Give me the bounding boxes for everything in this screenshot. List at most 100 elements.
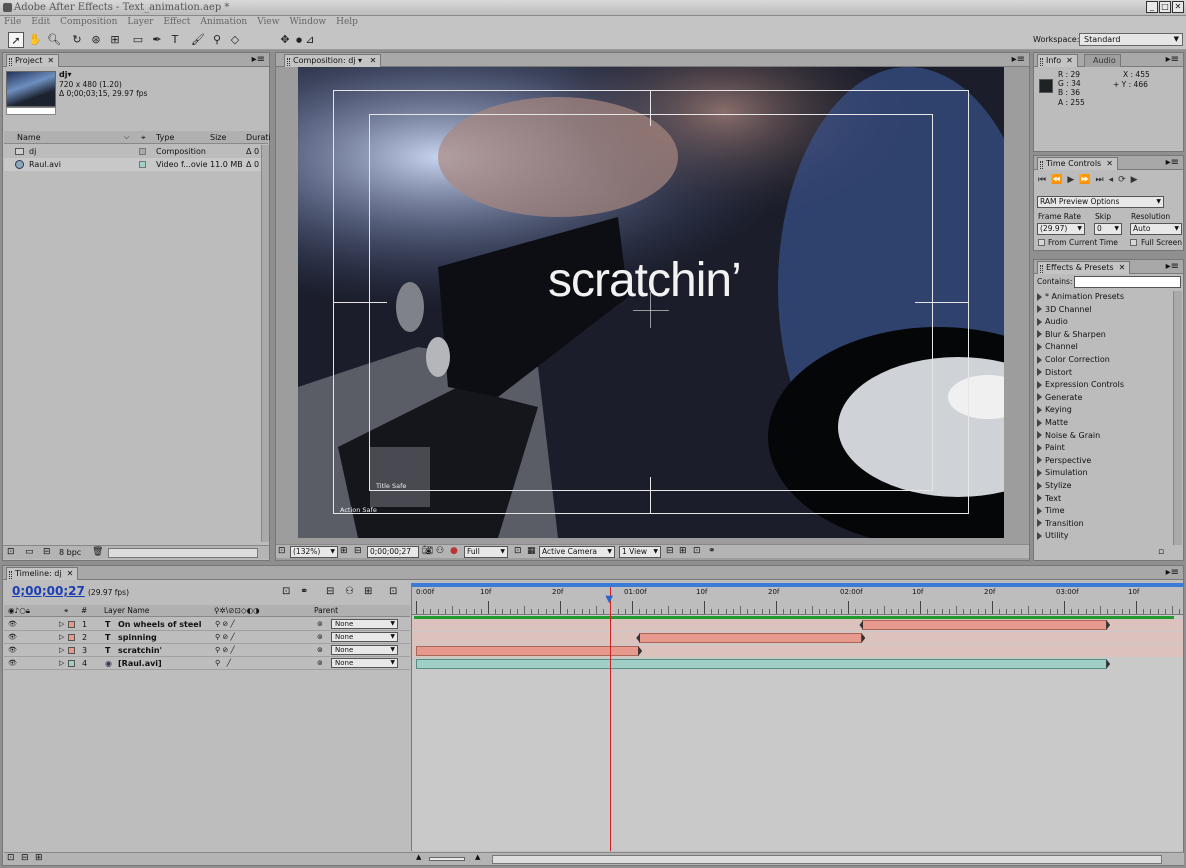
camera-select[interactable]: Active Camera xyxy=(539,546,615,558)
comp-timecode[interactable]: 0;00;00;27 xyxy=(367,546,419,558)
effects-item[interactable]: Text xyxy=(1037,493,1061,506)
panel-menu-icon[interactable]: ▸≡ xyxy=(1012,54,1025,65)
effects-item[interactable]: Color Correction xyxy=(1037,354,1110,367)
col-type[interactable]: Type xyxy=(156,131,174,144)
panel-menu-icon[interactable]: ▸≡ xyxy=(1166,261,1179,272)
layer-name[interactable]: On wheels of steel xyxy=(118,618,201,631)
panel-menu-icon[interactable]: ▸≡ xyxy=(1166,157,1179,168)
menu-window[interactable]: Window xyxy=(289,16,331,30)
project-scrollbar[interactable] xyxy=(261,145,269,542)
layer-switches-icon[interactable]: ⚲ ⊘ ╱ xyxy=(215,618,235,631)
interpret-footage-icon[interactable]: ⊡ xyxy=(7,547,15,557)
transparency-grid-icon[interactable]: ▦ xyxy=(527,546,536,556)
video-visibility-icon[interactable]: 👁︎ xyxy=(8,657,17,670)
label-color-box[interactable] xyxy=(139,148,146,155)
layer-label-color[interactable] xyxy=(68,647,75,654)
pick-whip-icon[interactable]: ⊚ xyxy=(317,644,323,657)
layer-switches-icon[interactable]: ⚲ ╱ xyxy=(215,657,231,670)
current-time-indicator-head[interactable]: ▼ xyxy=(605,595,615,605)
layer-row[interactable]: 👁︎ ▷ 1 T On wheels of steel ⚲ ⊘ ╱ ⊚ None xyxy=(4,618,410,631)
timeline-current-time[interactable]: 0;00;00;27 xyxy=(12,584,85,598)
expand-triangle-icon[interactable]: ▷ xyxy=(59,644,64,657)
sort-icon[interactable]: ⌵ xyxy=(124,131,129,144)
hide-shy-layers-icon[interactable]: ⚇ xyxy=(345,586,354,597)
menu-animation[interactable]: Animation xyxy=(200,16,252,30)
draft-3d-icon[interactable]: ⊟ xyxy=(326,586,334,597)
frame-rate-select[interactable]: (29.97) xyxy=(1037,223,1085,235)
col-number[interactable]: # xyxy=(81,605,87,617)
panel-menu-icon[interactable]: ▸≡ xyxy=(252,54,265,65)
timeline-zoom-slider[interactable] xyxy=(429,857,465,861)
selection-tool-icon[interactable]: ➚ xyxy=(8,32,24,48)
menu-effect[interactable]: Effect xyxy=(163,16,195,30)
current-time-indicator[interactable] xyxy=(610,587,612,851)
expand-triangle-icon[interactable]: ▷ xyxy=(59,657,64,670)
video-visibility-icon[interactable]: 👁︎ xyxy=(8,618,17,631)
safe-zones-icon[interactable]: ⊞ xyxy=(340,546,348,556)
graph-editor-icon[interactable]: ⊡ xyxy=(389,586,397,597)
layer-name[interactable]: spinning xyxy=(118,631,157,644)
composition-viewer[interactable]: scratchin’ Title Safe Action Safe xyxy=(298,67,1004,538)
zoom-in-icon[interactable]: ▲ xyxy=(475,853,480,861)
timeline-graph-area[interactable]: 0:00f 10f 20f 01:00f 10f 20f 02:00f 10f 20f 03:00… xyxy=(411,583,1183,851)
menu-file[interactable]: File xyxy=(4,16,26,30)
orbit-camera-tool-icon[interactable]: ⊛ xyxy=(88,32,104,48)
zoom-tool-icon[interactable]: 🔍︎ xyxy=(46,32,62,48)
view-axis-icon[interactable]: ⊿ xyxy=(302,32,318,48)
parent-select[interactable]: None xyxy=(331,632,398,642)
frame-blending-icon[interactable]: ⊞ xyxy=(364,586,372,597)
resolution-select[interactable]: Full xyxy=(464,546,508,558)
layer-duration-bar[interactable] xyxy=(862,620,1108,630)
zoom-select[interactable]: (132%) xyxy=(290,546,338,558)
trash-icon[interactable]: 🗑︎ xyxy=(92,547,103,557)
layer-duration-bar[interactable] xyxy=(416,659,1108,669)
effects-item[interactable]: Perspective xyxy=(1037,455,1091,468)
rectangle-mask-tool-icon[interactable]: ▭ xyxy=(130,32,146,48)
label-icon[interactable]: ⌖ xyxy=(64,605,68,617)
tab-timeline[interactable]: Timeline: dj ✕ xyxy=(6,567,79,580)
effects-item[interactable]: Paint xyxy=(1037,442,1065,455)
color-channel-icon[interactable]: ● xyxy=(450,546,458,556)
zoom-out-icon[interactable]: ▲ xyxy=(416,853,421,861)
effects-item[interactable]: Simulation xyxy=(1037,467,1088,480)
tab-effects-presets[interactable]: Effects & Presets ✕ xyxy=(1037,261,1131,274)
effects-search-input[interactable] xyxy=(1074,276,1181,288)
menu-composition[interactable]: Composition xyxy=(60,16,122,30)
layer-label-color[interactable] xyxy=(68,660,75,667)
menu-edit[interactable]: Edit xyxy=(31,16,55,30)
play-icon[interactable]: ▶ xyxy=(1067,175,1079,185)
region-of-interest-icon[interactable]: ⊡ xyxy=(514,546,522,556)
pick-whip-icon[interactable]: ⊚ xyxy=(317,631,323,644)
effects-item[interactable]: Expression Controls xyxy=(1037,379,1124,392)
layer-row[interactable]: 👁︎ ▷ 3 T scratchin' ⚲ ⊘ ╱ ⊚ None xyxy=(4,644,410,657)
video-visibility-icon[interactable]: 👁︎ xyxy=(8,631,17,644)
expand-triangle-icon[interactable]: ▷ xyxy=(59,631,64,644)
layer-duration-bar[interactable] xyxy=(639,633,863,643)
skip-select[interactable]: 0 xyxy=(1094,223,1122,235)
panel-menu-icon[interactable]: ▸≡ xyxy=(1166,567,1179,578)
toggle-switches-icon[interactable]: ⊡ xyxy=(7,853,15,863)
first-frame-icon[interactable]: ⏮ xyxy=(1038,175,1051,185)
effects-item[interactable]: Audio xyxy=(1037,316,1068,329)
grid-icon[interactable]: ⊟ xyxy=(354,546,362,556)
panel-menu-icon[interactable]: ▸≡ xyxy=(1166,54,1179,65)
new-comp-icon[interactable]: ⊟ xyxy=(43,547,51,557)
minimize-button[interactable]: _ xyxy=(1146,1,1158,13)
effects-item[interactable]: Distort xyxy=(1037,367,1072,380)
effects-item[interactable]: Noise & Grain xyxy=(1037,430,1100,443)
effects-item[interactable]: Generate xyxy=(1037,392,1082,405)
col-name[interactable]: Name xyxy=(17,131,41,144)
eraser-tool-icon[interactable]: ◇ xyxy=(227,32,243,48)
view-layout-select[interactable]: 1 View xyxy=(619,546,661,558)
pen-tool-icon[interactable]: ✒ xyxy=(149,32,165,48)
new-folder-icon[interactable]: ▫ xyxy=(1158,547,1164,557)
menu-layer[interactable]: Layer xyxy=(127,16,158,30)
workspace-select[interactable]: Standard xyxy=(1079,33,1183,46)
new-folder-icon[interactable]: ▭ xyxy=(25,547,34,557)
live-update-icon[interactable]: ⚭ xyxy=(300,586,308,597)
comp-text-layer[interactable]: scratchin’ xyxy=(548,253,742,308)
rotate-tool-icon[interactable]: ↻ xyxy=(69,32,85,48)
fast-previews-icon[interactable]: ⊞ xyxy=(679,546,687,556)
col-duration[interactable]: Durati xyxy=(246,131,271,144)
bit-depth-label[interactable]: 8 bpc xyxy=(59,548,81,557)
